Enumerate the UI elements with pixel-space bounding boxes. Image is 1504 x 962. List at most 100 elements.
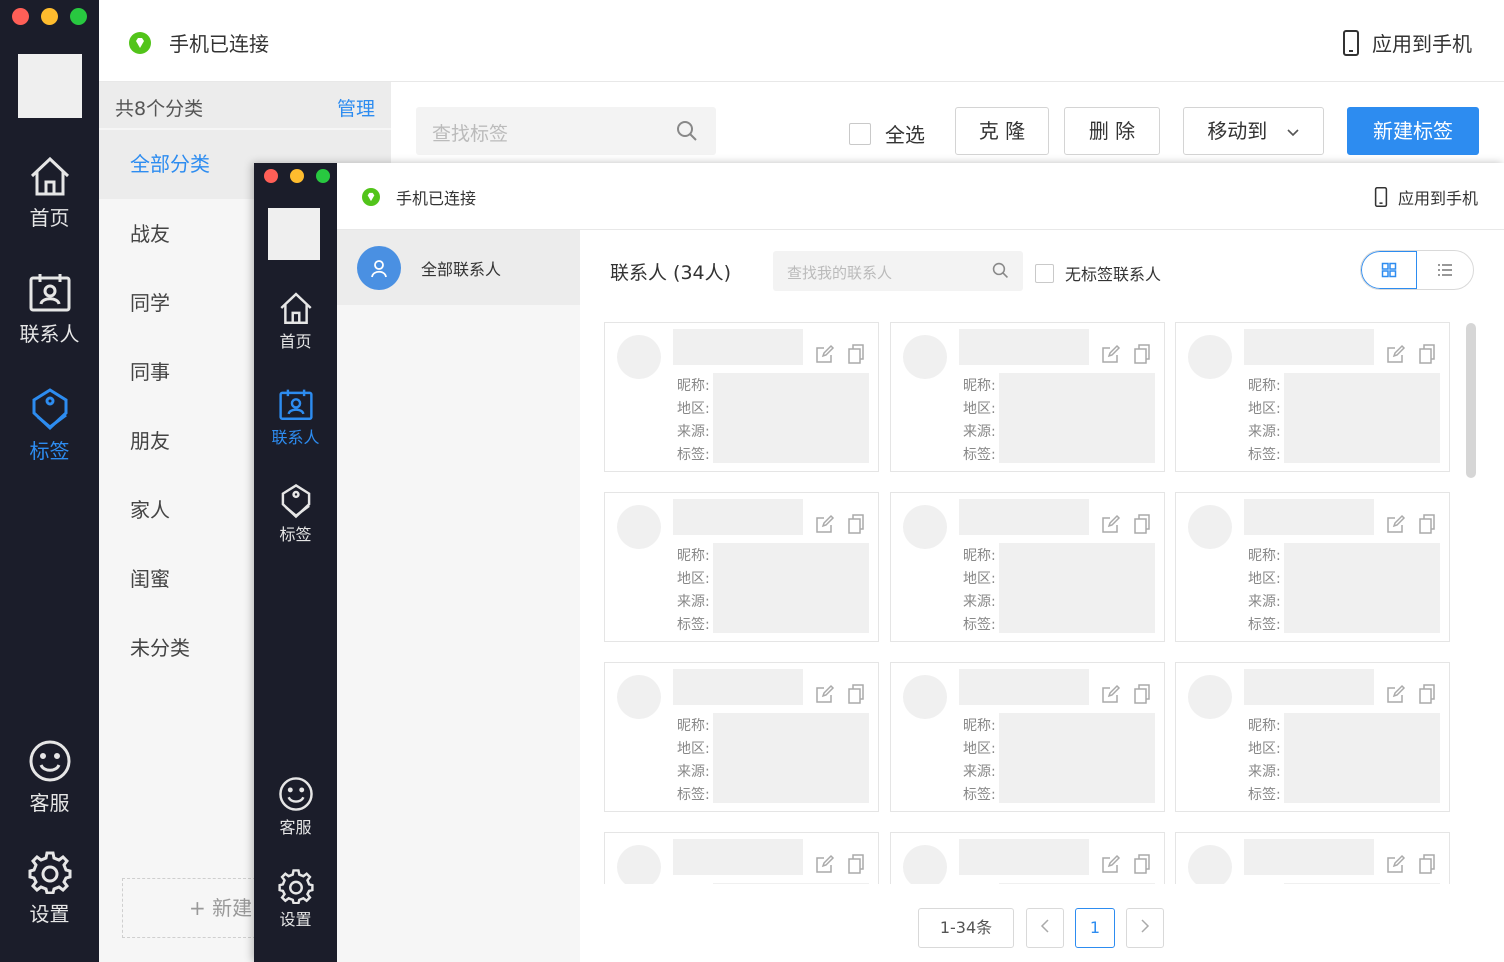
contact-card[interactable]: 昵称:地区:来源:标签:	[604, 492, 879, 642]
nav-tags[interactable]: 标签	[254, 483, 337, 545]
copy-icon[interactable]	[847, 344, 865, 364]
edit-icon[interactable]	[1101, 514, 1121, 534]
contact-name	[959, 329, 1089, 365]
nav-home[interactable]: 首页	[0, 154, 99, 231]
nav-support[interactable]: 客服	[254, 776, 337, 838]
nav-contacts[interactable]: 联系人	[254, 388, 337, 448]
connection-status-label: 手机已连接	[396, 189, 477, 208]
contact-avatar	[617, 335, 661, 379]
close-button[interactable]	[12, 8, 29, 25]
tag-search-input[interactable]: 查找标签	[416, 107, 716, 155]
contact-card[interactable]: 昵称:地区:来源:标签:	[1175, 322, 1450, 472]
window-controls	[12, 8, 87, 25]
contact-card[interactable]: 昵称:地区:来源:标签:	[890, 662, 1165, 812]
avatar[interactable]	[268, 208, 320, 260]
nav-settings[interactable]: 设置	[254, 868, 337, 930]
apply-to-phone-button[interactable]: 应用到手机	[1374, 185, 1478, 209]
group-item-all[interactable]: 全部联系人	[337, 230, 580, 305]
grid-view-button[interactable]	[1361, 251, 1418, 289]
list-view-button[interactable]	[1417, 251, 1473, 289]
contact-card[interactable]: 昵称:地区:来源:标签:	[1175, 832, 1450, 884]
contact-name	[673, 329, 803, 365]
delete-button[interactable]: 删 除	[1064, 107, 1160, 155]
grid-icon	[1381, 262, 1397, 278]
contact-card[interactable]: 昵称:地区:来源:标签:	[1175, 492, 1450, 642]
contact-fields: 昵称: 地区: 来源: 标签:	[677, 375, 710, 467]
clone-button[interactable]: 克 隆	[955, 107, 1049, 155]
contact-card[interactable]: 昵称:地区:来源:标签:	[604, 322, 879, 472]
copy-icon[interactable]	[1418, 684, 1436, 704]
maximize-button[interactable]	[70, 8, 87, 25]
contact-search-input[interactable]: 查找我的联系人	[773, 251, 1023, 291]
select-all-checkbox[interactable]	[849, 122, 871, 145]
group-item-label: 全部联系人	[421, 259, 502, 279]
contact-card[interactable]: 昵称:地区:来源:标签:	[890, 322, 1165, 472]
contact-avatar	[903, 845, 947, 884]
edit-icon[interactable]	[1386, 344, 1406, 364]
copy-icon[interactable]	[1133, 344, 1151, 364]
page-button[interactable]: 1	[1075, 908, 1115, 948]
edit-icon[interactable]	[1101, 344, 1121, 364]
edit-icon[interactable]	[815, 514, 835, 534]
copy-icon[interactable]	[1133, 514, 1151, 534]
nav-settings[interactable]: 设置	[0, 850, 99, 927]
apply-to-phone-button[interactable]: 应用到手机	[1342, 28, 1472, 57]
nav-home[interactable]: 首页	[254, 290, 337, 352]
prev-page-button[interactable]	[1026, 908, 1064, 948]
view-toggle	[1360, 250, 1474, 290]
minimize-button[interactable]	[290, 169, 304, 183]
contact-field-label: 标签:	[963, 787, 996, 803]
contact-card[interactable]: 昵称:地区:来源:标签:	[890, 492, 1165, 642]
gear-icon	[28, 851, 71, 894]
edit-icon[interactable]	[1386, 684, 1406, 704]
connected-icon	[129, 31, 151, 54]
smiley-icon	[278, 777, 313, 811]
copy-icon[interactable]	[847, 684, 865, 704]
copy-icon[interactable]	[1133, 854, 1151, 874]
contact-card[interactable]: 昵称:地区:来源:标签:	[604, 832, 879, 884]
contact-field-label: 标签:	[1248, 617, 1281, 633]
maximize-button[interactable]	[316, 169, 330, 183]
connected-icon	[362, 188, 380, 206]
manage-link[interactable]: 管理	[337, 94, 375, 121]
edit-icon[interactable]	[1386, 854, 1406, 874]
copy-icon[interactable]	[847, 854, 865, 874]
close-button[interactable]	[264, 169, 278, 183]
nav-contacts[interactable]: 联系人	[0, 272, 99, 347]
select-all-label: 全选	[885, 123, 925, 147]
copy-icon[interactable]	[1418, 854, 1436, 874]
contact-field-label: 来源:	[677, 424, 710, 440]
contact-card[interactable]: 昵称:地区:来源:标签:	[1175, 662, 1450, 812]
select-all[interactable]: 全选	[849, 119, 925, 148]
nav-home-label: 首页	[279, 332, 312, 351]
edit-icon[interactable]	[815, 684, 835, 704]
contacts-icon	[29, 274, 70, 312]
copy-icon[interactable]	[1133, 684, 1151, 704]
contact-field-label: 地区:	[1248, 741, 1281, 757]
copy-icon[interactable]	[847, 514, 865, 534]
copy-icon[interactable]	[1418, 344, 1436, 364]
untagged-checkbox[interactable]	[1035, 263, 1054, 283]
contact-card[interactable]: 昵称:地区:来源:标签:	[890, 832, 1165, 884]
smiley-icon	[29, 740, 70, 782]
edit-icon[interactable]	[1101, 684, 1121, 704]
new-tag-button[interactable]: 新建标签	[1347, 107, 1479, 155]
nav-tags[interactable]: 标签	[0, 387, 99, 464]
minimize-button[interactable]	[41, 8, 58, 25]
contact-card[interactable]: 昵称:地区:来源:标签:	[604, 662, 879, 812]
edit-icon[interactable]	[815, 854, 835, 874]
edit-icon[interactable]	[1101, 854, 1121, 874]
scrollbar[interactable]	[1466, 323, 1476, 478]
untagged-label: 无标签联系人	[1065, 265, 1162, 284]
contact-field-label: 地区:	[677, 741, 710, 757]
untagged-filter[interactable]: 无标签联系人	[1035, 261, 1161, 285]
copy-icon[interactable]	[1418, 514, 1436, 534]
next-page-button[interactable]	[1126, 908, 1164, 948]
edit-icon[interactable]	[815, 344, 835, 364]
move-to-dropdown[interactable]: 移动到	[1183, 107, 1324, 155]
avatar[interactable]	[18, 54, 82, 118]
edit-icon[interactable]	[1386, 514, 1406, 534]
contact-avatar	[903, 505, 947, 549]
tag-icon	[32, 388, 67, 431]
nav-support[interactable]: 客服	[0, 739, 99, 816]
